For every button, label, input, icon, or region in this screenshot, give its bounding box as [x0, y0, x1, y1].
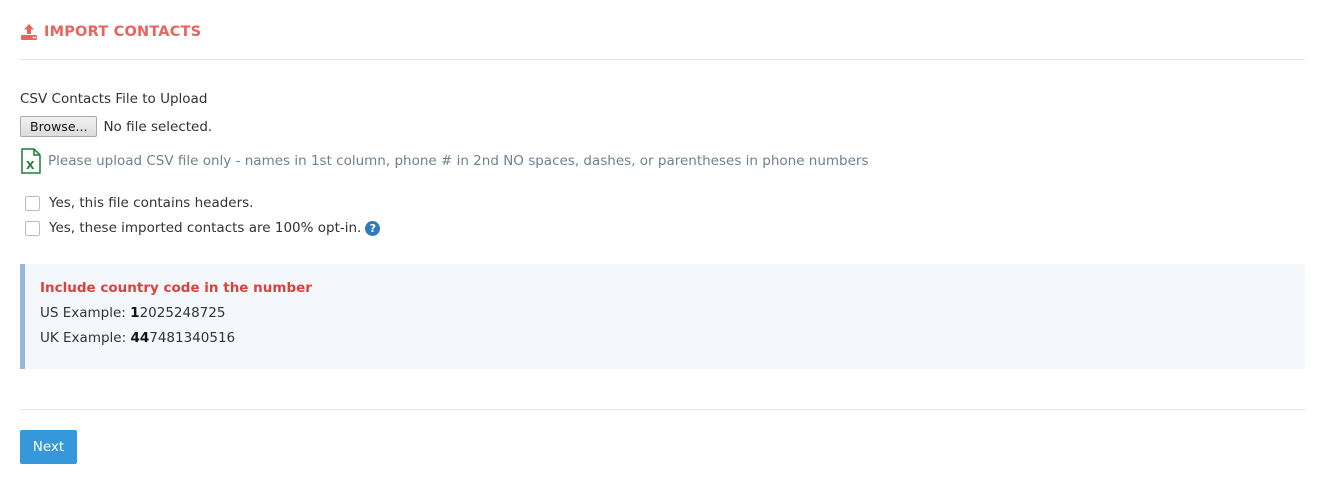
file-upload-label: CSV Contacts File to Upload [20, 91, 208, 107]
us-example: US Example: 12025248725 [40, 305, 225, 321]
import-contacts-page: IMPORT CONTACTS CSV Contacts File to Upl… [0, 0, 1323, 501]
us-example-number: 2025248725 [139, 305, 226, 321]
uk-example-number: 7481340516 [149, 330, 236, 346]
country-code-info-box: Include country code in the number US Ex… [20, 264, 1305, 369]
page-title: IMPORT CONTACTS [44, 24, 202, 40]
file-input[interactable]: Browse... No file selected. [20, 116, 212, 137]
headers-option[interactable]: Yes, this file contains headers. [25, 195, 253, 211]
svg-text:X: X [26, 159, 35, 172]
info-title: Include country code in the number [40, 280, 312, 296]
opt-in-checkbox-label[interactable]: Yes, these imported contacts are 100% op… [49, 220, 361, 236]
upload-icon [20, 23, 38, 41]
footer-divider [20, 409, 1305, 410]
opt-in-option[interactable]: Yes, these imported contacts are 100% op… [25, 220, 381, 236]
excel-file-icon: X [20, 148, 42, 174]
header-divider [20, 59, 1305, 60]
upload-hint: X Please upload CSV file only - names in… [20, 148, 869, 174]
headers-checkbox[interactable] [25, 195, 40, 211]
opt-in-checkbox[interactable] [25, 220, 40, 236]
upload-hint-text: Please upload CSV file only - names in 1… [48, 153, 869, 169]
question-circle-icon[interactable]: ? [365, 220, 381, 236]
browse-button[interactable]: Browse... [20, 116, 98, 137]
us-example-prefix: US Example: [40, 305, 131, 321]
next-button[interactable]: Next [20, 430, 77, 464]
uk-example-prefix: UK Example: [40, 330, 131, 346]
uk-country-code: 44 [130, 330, 150, 346]
page-header: IMPORT CONTACTS [20, 20, 201, 44]
uk-example: UK Example: 447481340516 [40, 330, 235, 346]
headers-checkbox-label[interactable]: Yes, this file contains headers. [49, 195, 253, 211]
file-status-text: No file selected. [103, 118, 213, 135]
us-country-code: 1 [130, 305, 140, 321]
